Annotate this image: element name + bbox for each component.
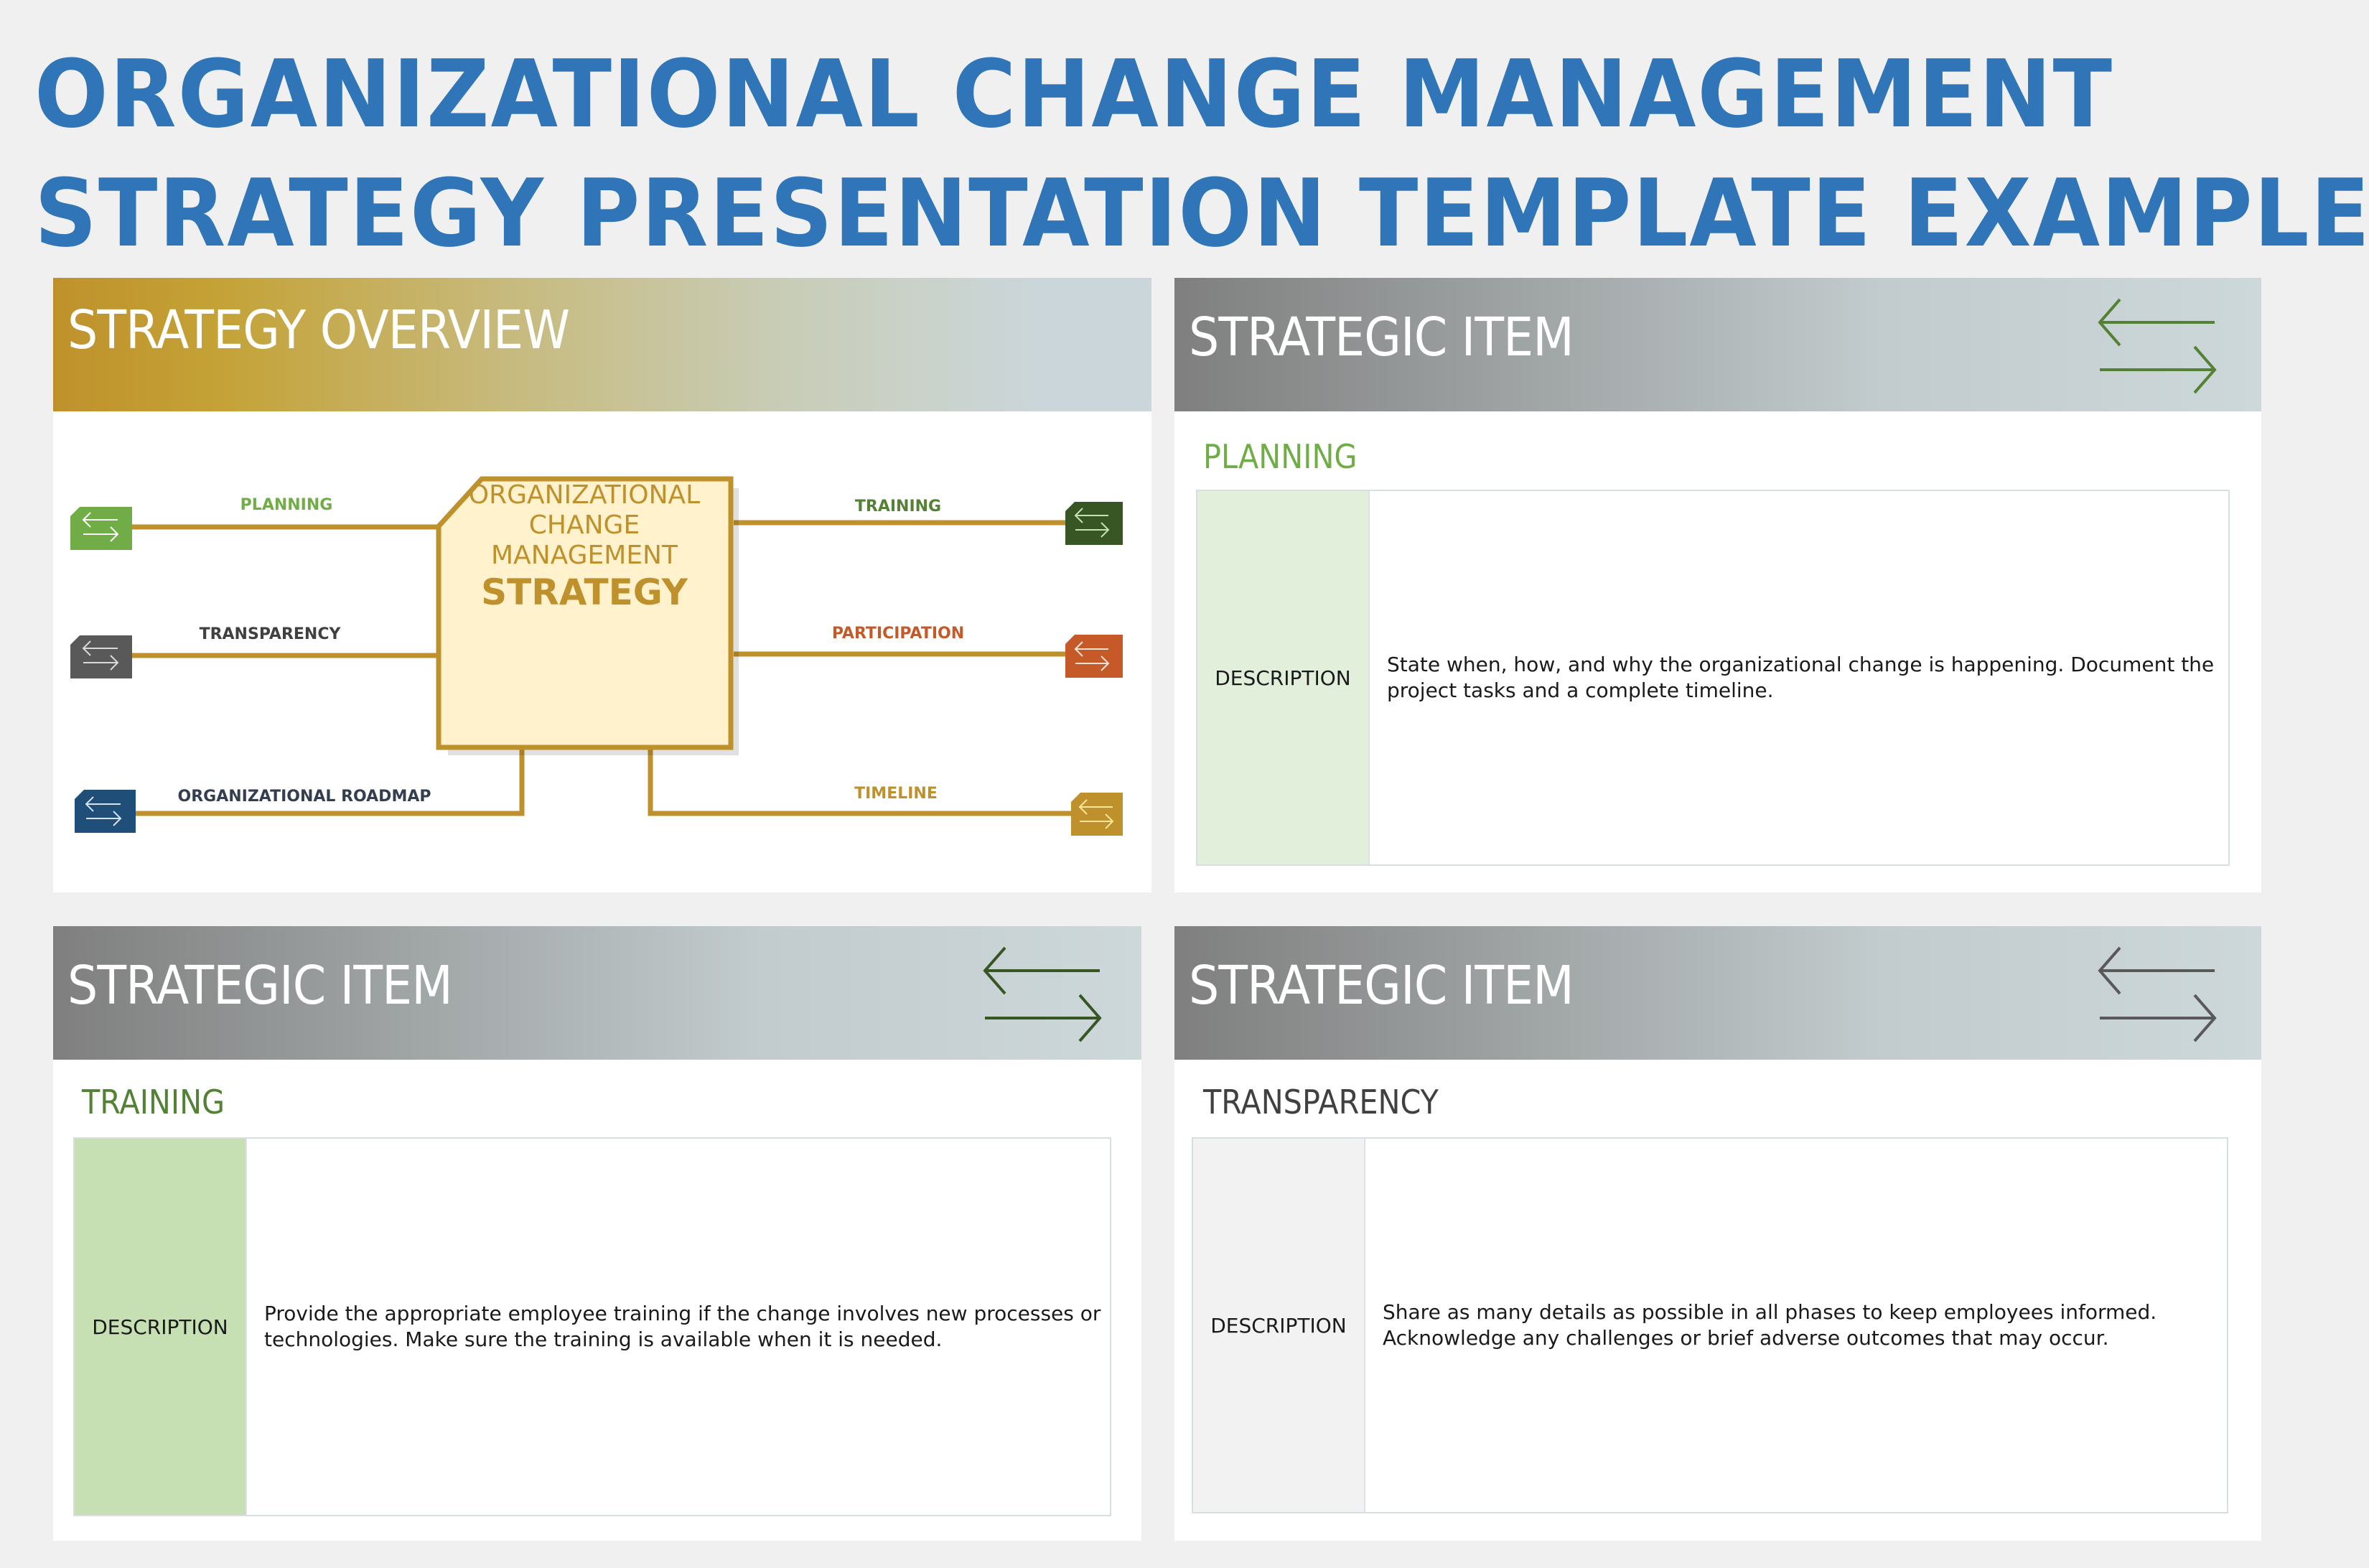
strategic-item-header: STRATEGIC ITEM (1174, 926, 2261, 1060)
swap-arrows-icon[interactable] (978, 946, 1107, 1047)
section-label-planning: PLANNING (1203, 437, 1358, 476)
description-text[interactable]: Share as many details as possible in all… (1365, 1139, 2227, 1512)
node-label-planning: PLANNING (240, 496, 333, 514)
center-line-3: MANAGEMENT (491, 541, 678, 570)
strategic-item-header: STRATEGIC ITEM (53, 926, 1141, 1060)
node-tile-transparency[interactable] (70, 635, 132, 678)
center-strong: STRATEGY (481, 571, 688, 613)
connector-timeline (648, 749, 1071, 816)
node-label-roadmap: ORGANIZATIONAL ROADMAP (177, 788, 431, 806)
strategy-overview-title: STRATEGY OVERVIEW (67, 299, 570, 361)
node-tile-timeline[interactable] (1071, 793, 1123, 836)
description-text[interactable]: Provide the appropriate employee trainin… (247, 1139, 1110, 1515)
description-table: DESCRIPTION State when, how, and why the… (1196, 490, 2230, 866)
strategic-item-training-panel: STRATEGIC ITEM TRAINING DESCRIPTION Prov… (53, 926, 1141, 1541)
center-line-2: CHANGE (528, 510, 640, 540)
swap-arrows-icon[interactable] (2093, 298, 2222, 398)
center-line-1: ORGANIZATIONAL (468, 480, 701, 510)
page-title-line-2: STRATEGY PRESENTATION TEMPLATE EXAMPLE (34, 159, 2369, 268)
strategic-item-title: STRATEGIC ITEM (1189, 307, 1574, 368)
node-tile-planning[interactable] (70, 507, 132, 550)
strategic-item-planning-panel: STRATEGIC ITEM PLANNING DESCRIPTION Stat… (1174, 278, 2261, 892)
page-title: ORGANIZATIONAL CHANGE MANAGEMENT STRATEG… (34, 34, 2369, 273)
section-label-transparency: TRANSPARENCY (1203, 1083, 1439, 1121)
node-tile-participation[interactable] (1065, 635, 1123, 678)
strategy-diagram: ORGANIZATIONAL CHANGE MANAGEMENT STRATEG… (53, 411, 1151, 882)
strategic-item-header: STRATEGIC ITEM (1174, 278, 2261, 411)
section-label-training: TRAINING (82, 1083, 225, 1121)
node-label-timeline: TIMELINE (854, 785, 938, 803)
strategic-item-transparency-panel: STRATEGIC ITEM TRANSPARENCY DESCRIPTION … (1174, 926, 2261, 1541)
description-table: DESCRIPTION Provide the appropriate empl… (73, 1137, 1111, 1516)
strategic-item-title: STRATEGIC ITEM (67, 955, 453, 1017)
description-label: DESCRIPTION (75, 1139, 247, 1515)
description-table: DESCRIPTION Share as many details as pos… (1192, 1137, 2228, 1513)
description-label: DESCRIPTION (1197, 491, 1370, 864)
node-tile-training[interactable] (1065, 502, 1123, 545)
center-box-text: ORGANIZATIONAL CHANGE MANAGEMENT STRATEG… (441, 480, 728, 614)
description-text[interactable]: State when, how, and why the organizatio… (1370, 491, 2228, 864)
node-tile-roadmap[interactable] (75, 790, 136, 833)
node-label-transparency: TRANSPARENCY (199, 625, 341, 643)
strategy-overview-panel: STRATEGY OVERVIEW ORGANIZATIONAL CHANGE … (53, 278, 1151, 892)
description-label: DESCRIPTION (1193, 1139, 1365, 1512)
strategy-overview-header: STRATEGY OVERVIEW (53, 278, 1151, 411)
node-label-training: TRAINING (854, 498, 942, 515)
strategic-item-title: STRATEGIC ITEM (1189, 955, 1574, 1017)
node-label-participation: PARTICIPATION (831, 625, 965, 643)
page-title-line-1: ORGANIZATIONAL CHANGE MANAGEMENT (34, 39, 2113, 149)
swap-arrows-icon[interactable] (2093, 946, 2222, 1047)
